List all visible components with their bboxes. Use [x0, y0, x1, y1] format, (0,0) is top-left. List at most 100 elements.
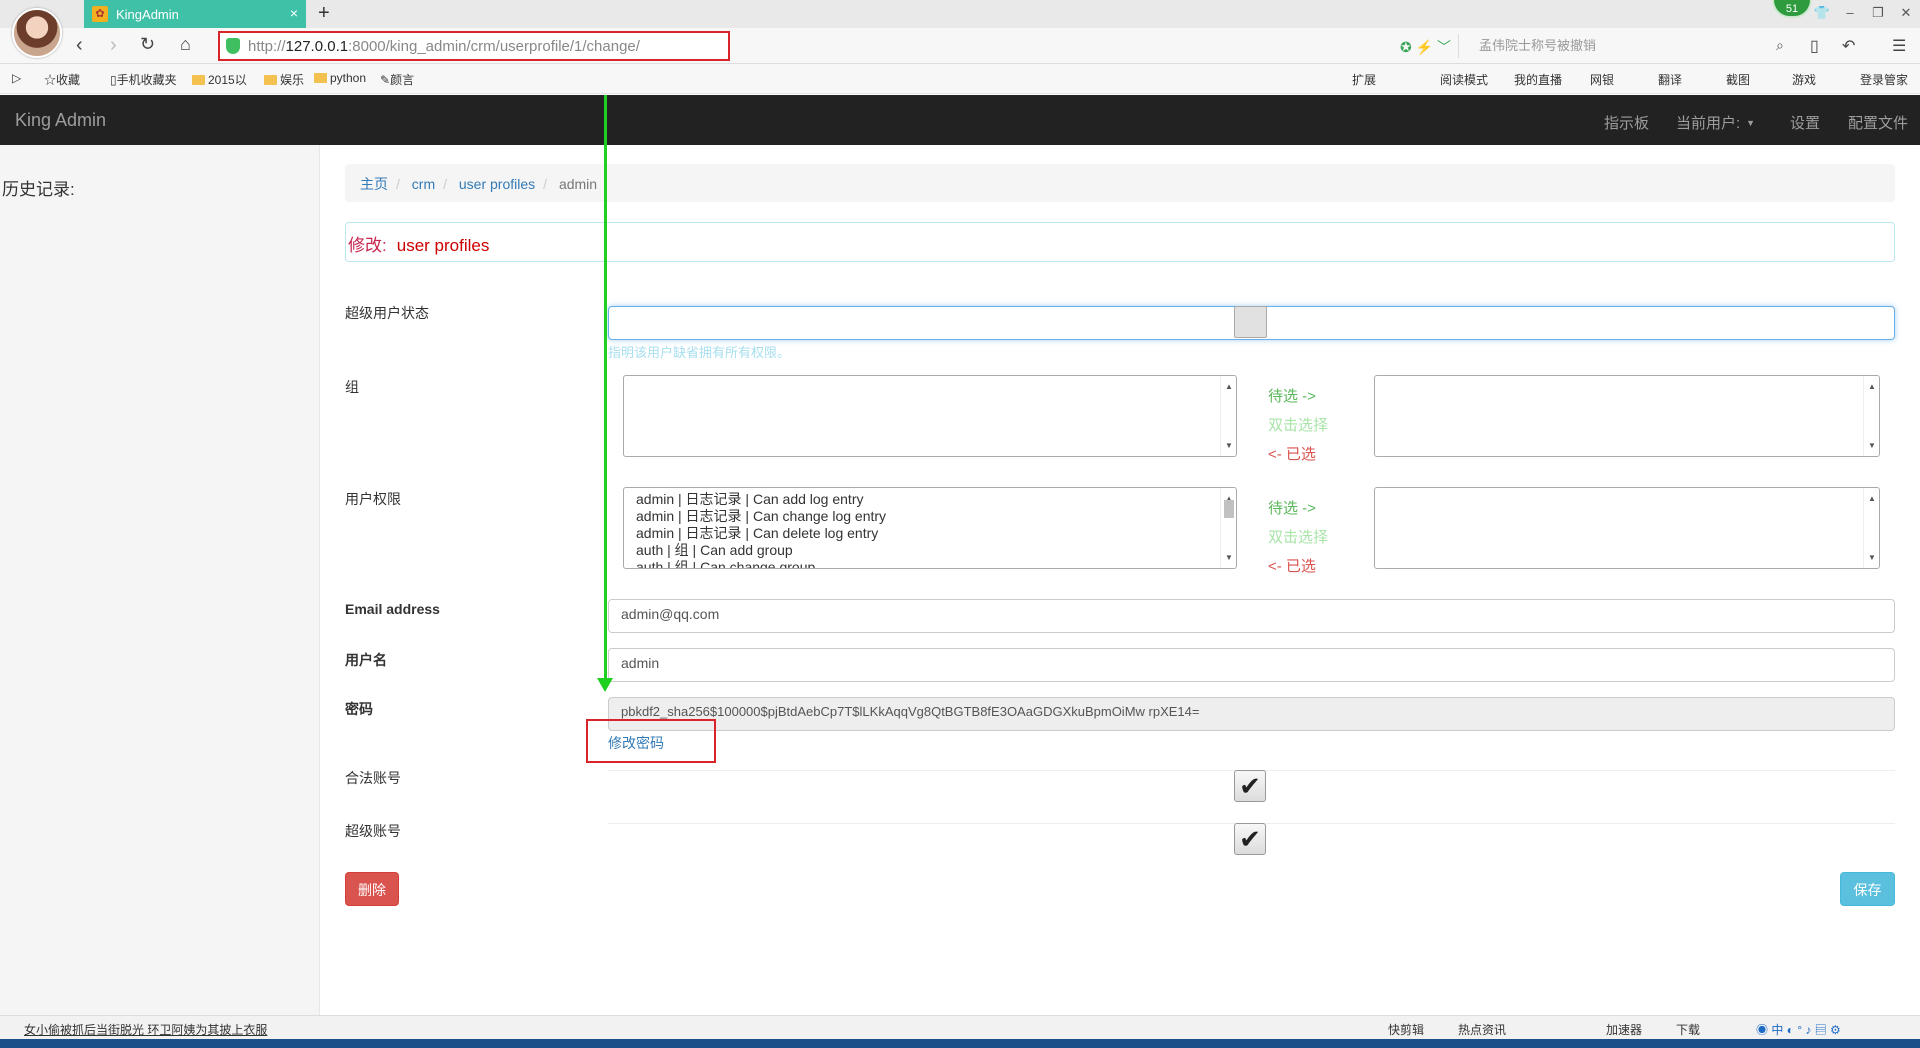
browser-navbar: ‹ › ↻ ⌂ http:// 127.0.0.1 :8000/king_adm… — [0, 28, 1920, 64]
perms-label: 用户权限 — [345, 491, 401, 507]
status-quick-edit[interactable]: 快剪辑 — [1388, 1021, 1424, 1038]
groups-dblclick-hint: 双击选择 — [1268, 417, 1329, 434]
breadcrumb-user-profiles[interactable]: user profiles — [459, 176, 535, 192]
breadcrumb-current: admin — [558, 176, 598, 192]
bookmark-label: 手机收藏夹 — [116, 73, 177, 87]
back-icon[interactable]: ‹ — [76, 34, 83, 57]
groups-available-select[interactable]: ▲ ▼ — [623, 375, 1237, 457]
groups-move-right[interactable]: 待选 -> — [1268, 385, 1316, 406]
annotation-arrow — [604, 95, 607, 680]
user-avatar[interactable] — [12, 8, 62, 58]
active-checkbox[interactable]: ✔ — [1234, 770, 1266, 802]
new-tab-button[interactable]: + — [318, 2, 330, 25]
toolbar-extensions[interactable]: 扩展 — [1352, 71, 1376, 88]
scrollbar[interactable]: ▲ ▼ — [1863, 488, 1879, 568]
undo-icon[interactable]: ↶ — [1842, 36, 1855, 56]
window-controls: 👕 – ❐ ✕ — [1808, 5, 1920, 21]
minimize-icon[interactable]: – — [1836, 5, 1864, 21]
superuser-toggle[interactable] — [1234, 306, 1267, 338]
perms-move-left[interactable]: <- 已选 — [1268, 555, 1316, 576]
email-field[interactable]: admin@qq.com — [608, 599, 1895, 633]
status-accelerator[interactable]: 加速器 — [1606, 1021, 1642, 1038]
save-button[interactable]: 保存 — [1840, 872, 1895, 906]
password-label: 密码 — [345, 701, 373, 717]
perm-option[interactable]: auth | 组 | Can add group — [636, 542, 1224, 559]
bookmarks-bar: ▷ ☆收藏 ▯手机收藏夹 2015以 娱乐 python ✎颜言 扩展 阅读模式… — [0, 64, 1920, 94]
taskbar — [0, 1039, 1920, 1048]
app-navbar: King Admin 指示板 当前用户: ▼ 设置 配置文件 — [0, 95, 1920, 145]
nav-profile[interactable]: 配置文件 — [1848, 112, 1908, 133]
toolbar-login-manager[interactable]: 登录管家 — [1860, 71, 1908, 88]
bookmark-favorites[interactable]: ☆收藏 — [44, 71, 80, 88]
scrollbar[interactable]: ▲ ▼ — [1220, 488, 1236, 568]
perms-selected-select[interactable]: ▲ ▼ — [1374, 487, 1880, 569]
toolbar-translate[interactable]: 翻译 — [1658, 71, 1682, 88]
status-download[interactable]: 下载 — [1676, 1021, 1700, 1038]
bookmark-label: 颜言 — [390, 73, 415, 87]
status-bar: 女小偷被抓后当街脱光 环卫阿姨为其披上衣服 快剪辑 热点资讯 加速器 下载 ◉ … — [0, 1015, 1920, 1039]
skin-icon[interactable]: 👕 — [1808, 5, 1836, 21]
staff-checkbox[interactable]: ✔ — [1234, 823, 1266, 855]
toolbar-bank[interactable]: 网银 — [1590, 71, 1614, 88]
bookmark-label: 2015以 — [208, 73, 247, 87]
news-ticker[interactable]: 女小偷被抓后当街脱光 环卫阿姨为其披上衣服 — [24, 1021, 267, 1038]
close-window-icon[interactable]: ✕ — [1892, 5, 1920, 21]
brand-link[interactable]: King Admin — [15, 110, 106, 131]
ime-icon[interactable]: ◉ 中 ◐ ° ♪ ▤ ⚙ — [1756, 1021, 1841, 1038]
toolbar-screenshot[interactable]: 截图 — [1726, 71, 1750, 88]
active-label: 合法账号 — [345, 770, 401, 786]
search-icon[interactable]: ⌕ — [1776, 37, 1784, 54]
menu-icon[interactable]: ☰ — [1892, 36, 1906, 56]
toolbar-live[interactable]: 我的直播 — [1514, 71, 1562, 88]
username-field[interactable]: admin — [608, 648, 1895, 682]
bookmark-label: 收藏 — [56, 73, 81, 87]
notification-badge[interactable]: 51 — [1772, 0, 1812, 18]
sidebar-toggle-icon[interactable]: ▷ — [12, 71, 21, 85]
scrollbar[interactable]: ▲ ▼ — [1220, 376, 1236, 456]
breadcrumb-crm[interactable]: crm — [412, 176, 435, 192]
perms-dblclick-hint: 双击选择 — [1268, 529, 1329, 546]
forward-icon[interactable]: › — [110, 34, 117, 57]
scrollbar[interactable]: ▲ ▼ — [1863, 376, 1879, 456]
perm-option[interactable]: admin | 日志记录 | Can add log entry — [636, 491, 1224, 508]
home-icon[interactable]: ⌂ — [180, 34, 191, 55]
bookmark-folder-entertain[interactable]: 娱乐 — [264, 71, 304, 88]
restore-icon[interactable]: ❐ — [1864, 5, 1892, 21]
reload-icon[interactable]: ↻ — [140, 34, 155, 55]
nav-current-user[interactable]: 当前用户: ▼ — [1676, 112, 1755, 133]
nav-settings[interactable]: 设置 — [1790, 112, 1820, 133]
groups-selected-select[interactable]: ▲ ▼ — [1374, 375, 1880, 457]
perm-option[interactable]: admin | 日志记录 | Can delete log entry — [636, 525, 1224, 542]
annotation-box — [586, 719, 716, 763]
perm-option[interactable]: admin | 日志记录 | Can change log entry — [636, 508, 1224, 525]
password-field: pbkdf2_sha256$100000$pjBtdAebCp7T$lLKkAq… — [608, 697, 1895, 731]
page-title-prefix: 修改: — [348, 236, 387, 255]
caret-down-icon: ▼ — [1746, 118, 1756, 128]
search-input[interactable]: 孟伟院士称号被撤销 — [1458, 34, 1798, 58]
toolbar-reader-mode[interactable]: 阅读模式 — [1440, 71, 1488, 88]
groups-move-left[interactable]: <- 已选 — [1268, 443, 1316, 464]
browser-tab[interactable]: ✿ KingAdmin × — [84, 0, 306, 28]
groups-label: 组 — [345, 379, 359, 395]
tab-close-icon[interactable]: × — [290, 5, 298, 21]
address-bar[interactable]: http:// 127.0.0.1 :8000/king_admin/crm/u… — [218, 31, 730, 61]
perms-move-right[interactable]: 待选 -> — [1268, 497, 1316, 518]
perms-available-select[interactable]: admin | 日志记录 | Can add log entry admin |… — [623, 487, 1237, 569]
page-title: 修改: user profiles — [345, 222, 1895, 262]
bookmark-folder-python[interactable]: python — [314, 71, 366, 85]
tab-title: KingAdmin — [116, 6, 179, 22]
bookmark-mobile[interactable]: ▯手机收藏夹 — [110, 71, 177, 88]
breadcrumb: 主页 / crm / user profiles / admin — [345, 164, 1895, 202]
reader-icon[interactable]: ▯ — [1810, 36, 1819, 56]
accelerate-icon[interactable]: ✪ ⚡ ﹀ — [1400, 37, 1451, 57]
bookmark-yanyan[interactable]: ✎颜言 — [380, 71, 414, 88]
status-hot-news[interactable]: 热点资讯 — [1458, 1021, 1506, 1038]
perm-option[interactable]: auth | 组 | Can change group — [636, 559, 1224, 568]
delete-button[interactable]: 删除 — [345, 872, 399, 906]
superuser-help: 指明该用户缺省拥有所有权限。 — [608, 345, 791, 360]
nav-dashboard[interactable]: 指示板 — [1604, 112, 1649, 133]
toolbar-games[interactable]: 游戏 — [1792, 71, 1816, 88]
bookmark-folder-2015[interactable]: 2015以 — [192, 71, 247, 88]
nav-current-user-label: 当前用户: — [1676, 115, 1741, 132]
breadcrumb-home[interactable]: 主页 — [360, 176, 388, 192]
